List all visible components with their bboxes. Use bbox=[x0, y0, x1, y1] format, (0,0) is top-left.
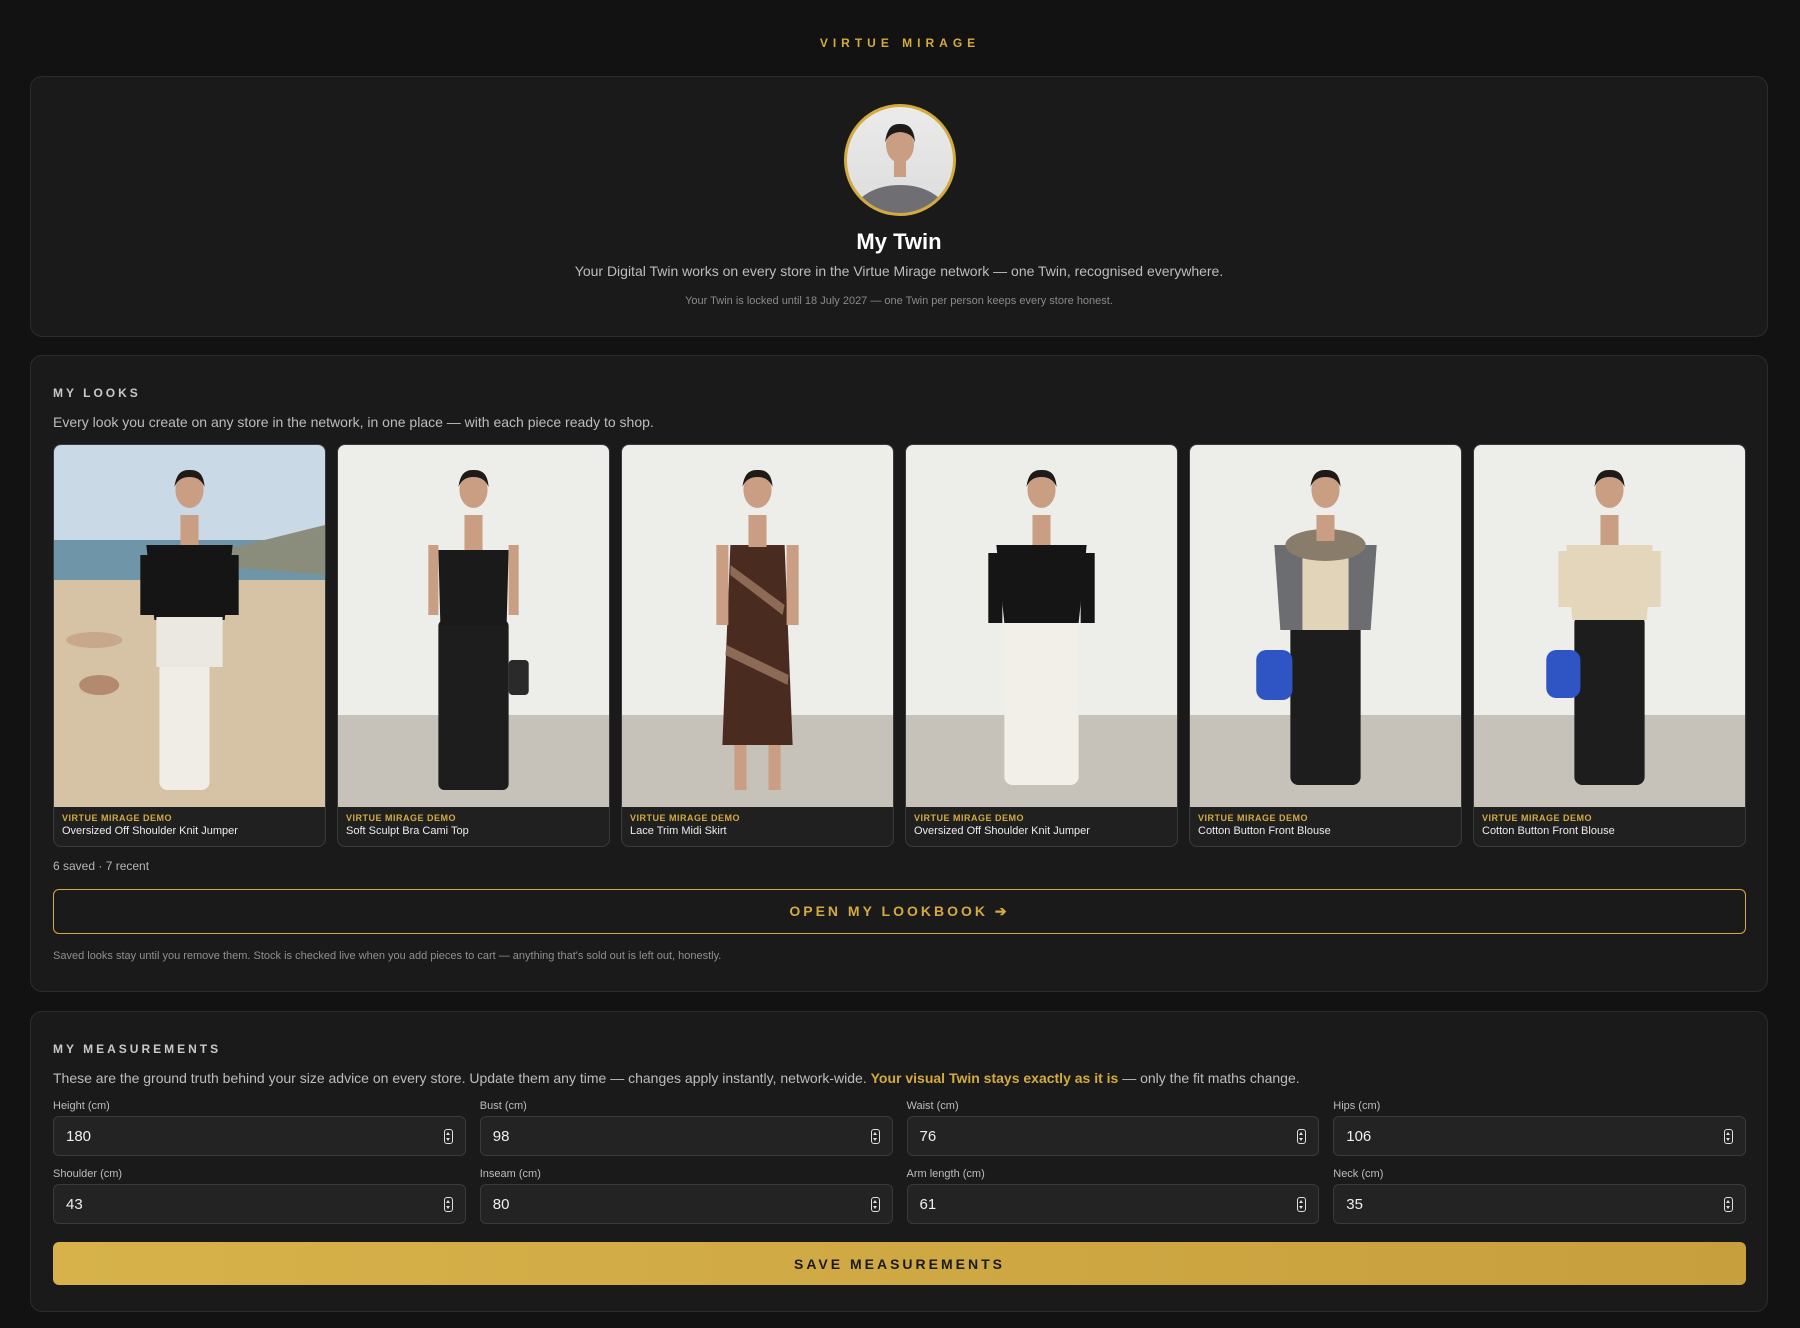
shoulder-field-group: Shoulder (cm) 43 bbox=[53, 1168, 466, 1224]
field-label: Arm length (cm) bbox=[906, 1168, 985, 1180]
measurements-section-title: MY MEASUREMENTS bbox=[53, 1042, 222, 1056]
field-value: 80 bbox=[492, 1195, 510, 1213]
looks-gallery: VIRTUE MIRAGE DEMO Oversized Off Shoulde… bbox=[53, 444, 1746, 847]
look-store: VIRTUE MIRAGE DEMO bbox=[1482, 813, 1593, 823]
field-label: Height (cm) bbox=[53, 1100, 110, 1112]
field-label: Shoulder (cm) bbox=[53, 1168, 123, 1180]
field-value: 61 bbox=[919, 1195, 937, 1213]
field-label: Waist (cm) bbox=[906, 1100, 959, 1112]
inseam-input[interactable]: 80 bbox=[479, 1184, 893, 1224]
field-value: 106 bbox=[1346, 1127, 1372, 1145]
look-name: Cotton Button Front Blouse bbox=[1482, 825, 1615, 837]
look-card[interactable]: VIRTUE MIRAGE DEMO Oversized Off Shoulde… bbox=[53, 444, 326, 847]
number-stepper-icon[interactable] bbox=[1297, 1128, 1307, 1144]
field-value: 98 bbox=[492, 1127, 510, 1145]
looks-section-title: MY LOOKS bbox=[53, 386, 141, 400]
twin-avatar bbox=[844, 104, 956, 216]
look-store: VIRTUE MIRAGE DEMO bbox=[1198, 813, 1309, 823]
number-stepper-icon[interactable] bbox=[1297, 1196, 1307, 1212]
look-photo bbox=[906, 445, 1177, 807]
twin-title: My Twin bbox=[856, 229, 942, 254]
twin-lock-note: Your Twin is locked until 18 July 2027 —… bbox=[685, 295, 1113, 307]
looks-card: MY LOOKS Every look you create on any st… bbox=[30, 355, 1768, 992]
number-stepper-icon[interactable] bbox=[443, 1196, 453, 1212]
look-name: Oversized Off Shoulder Knit Jumper bbox=[62, 825, 238, 837]
look-card[interactable]: VIRTUE MIRAGE DEMO Cotton Button Front B… bbox=[1189, 444, 1462, 847]
look-card[interactable]: VIRTUE MIRAGE DEMO Lace Trim Midi Skirt bbox=[621, 444, 894, 847]
look-photo bbox=[622, 445, 893, 807]
twin-card: My Twin Your Digital Twin works on every… bbox=[30, 76, 1768, 337]
number-stepper-icon[interactable] bbox=[443, 1128, 453, 1144]
arm-length-field-group: Arm length (cm) 61 bbox=[906, 1168, 1320, 1224]
looks-count: 6 saved · 7 recent bbox=[53, 859, 150, 873]
look-name: Oversized Off Shoulder Knit Jumper bbox=[914, 825, 1090, 837]
field-value: 180 bbox=[66, 1127, 92, 1145]
look-photo bbox=[1474, 445, 1745, 807]
waist-input[interactable]: 76 bbox=[906, 1116, 1320, 1156]
look-store: VIRTUE MIRAGE DEMO bbox=[346, 813, 457, 823]
look-photo bbox=[338, 445, 609, 807]
look-store: VIRTUE MIRAGE DEMO bbox=[630, 813, 741, 823]
measurements-description-highlight: Your visual Twin stays exactly as it is bbox=[870, 1070, 1119, 1086]
hips-input[interactable]: 106 bbox=[1333, 1116, 1746, 1156]
number-stepper-icon[interactable] bbox=[1724, 1128, 1733, 1144]
measurements-grid: Height (cm) 180 Bust (cm) 98 Waist (cm) … bbox=[53, 1100, 1746, 1224]
measurements-description-end: — only the fit maths change. bbox=[1118, 1070, 1300, 1086]
field-label: Bust (cm) bbox=[479, 1100, 527, 1112]
neck-field-group: Neck (cm) 35 bbox=[1333, 1168, 1746, 1224]
field-label: Inseam (cm) bbox=[479, 1168, 541, 1180]
look-card[interactable]: VIRTUE MIRAGE DEMO Oversized Off Shoulde… bbox=[905, 444, 1178, 847]
save-measurements-button[interactable]: SAVE MEASUREMENTS bbox=[53, 1242, 1746, 1285]
field-value: 43 bbox=[66, 1195, 83, 1213]
open-lookbook-button[interactable]: OPEN MY LOOKBOOK ➔ bbox=[53, 889, 1746, 934]
looks-description: Every look you create on any store in th… bbox=[53, 414, 654, 430]
inseam-field-group: Inseam (cm) 80 bbox=[479, 1168, 893, 1224]
look-photo bbox=[1190, 445, 1461, 807]
bust-input[interactable]: 98 bbox=[479, 1116, 893, 1156]
height-field-group: Height (cm) 180 bbox=[53, 1100, 466, 1156]
field-label: Neck (cm) bbox=[1333, 1168, 1384, 1180]
look-store: VIRTUE MIRAGE DEMO bbox=[62, 813, 173, 823]
height-input[interactable]: 180 bbox=[53, 1116, 466, 1156]
look-photo bbox=[54, 445, 325, 807]
look-card[interactable]: VIRTUE MIRAGE DEMO Soft Sculpt Bra Cami … bbox=[337, 444, 610, 847]
shoulder-input[interactable]: 43 bbox=[53, 1184, 466, 1224]
number-stepper-icon[interactable] bbox=[870, 1128, 880, 1144]
look-name: Cotton Button Front Blouse bbox=[1198, 825, 1331, 837]
field-value: 76 bbox=[919, 1127, 937, 1145]
twin-description: Your Digital Twin works on every store i… bbox=[574, 263, 1224, 279]
waist-field-group: Waist (cm) 76 bbox=[906, 1100, 1320, 1156]
number-stepper-icon[interactable] bbox=[870, 1196, 880, 1212]
measurements-card: MY MEASUREMENTS These are the ground tru… bbox=[30, 1011, 1768, 1312]
look-store: VIRTUE MIRAGE DEMO bbox=[914, 813, 1025, 823]
look-name: Lace Trim Midi Skirt bbox=[630, 825, 727, 837]
bust-field-group: Bust (cm) 98 bbox=[479, 1100, 893, 1156]
hips-field-group: Hips (cm) 106 bbox=[1333, 1100, 1746, 1156]
field-label: Hips (cm) bbox=[1333, 1100, 1381, 1112]
measurements-description: These are the ground truth behind your s… bbox=[53, 1070, 1300, 1086]
looks-note: Saved looks stay until you remove them. … bbox=[53, 950, 722, 962]
number-stepper-icon[interactable] bbox=[1724, 1196, 1733, 1212]
field-value: 35 bbox=[1346, 1195, 1363, 1213]
brand-title: VIRTUE MIRAGE bbox=[819, 36, 981, 50]
arm-length-input[interactable]: 61 bbox=[906, 1184, 1320, 1224]
neck-input[interactable]: 35 bbox=[1333, 1184, 1746, 1224]
look-card[interactable]: VIRTUE MIRAGE DEMO Cotton Button Front B… bbox=[1473, 444, 1746, 847]
measurements-description-start: These are the ground truth behind your s… bbox=[53, 1070, 871, 1086]
look-name: Soft Sculpt Bra Cami Top bbox=[346, 825, 469, 837]
